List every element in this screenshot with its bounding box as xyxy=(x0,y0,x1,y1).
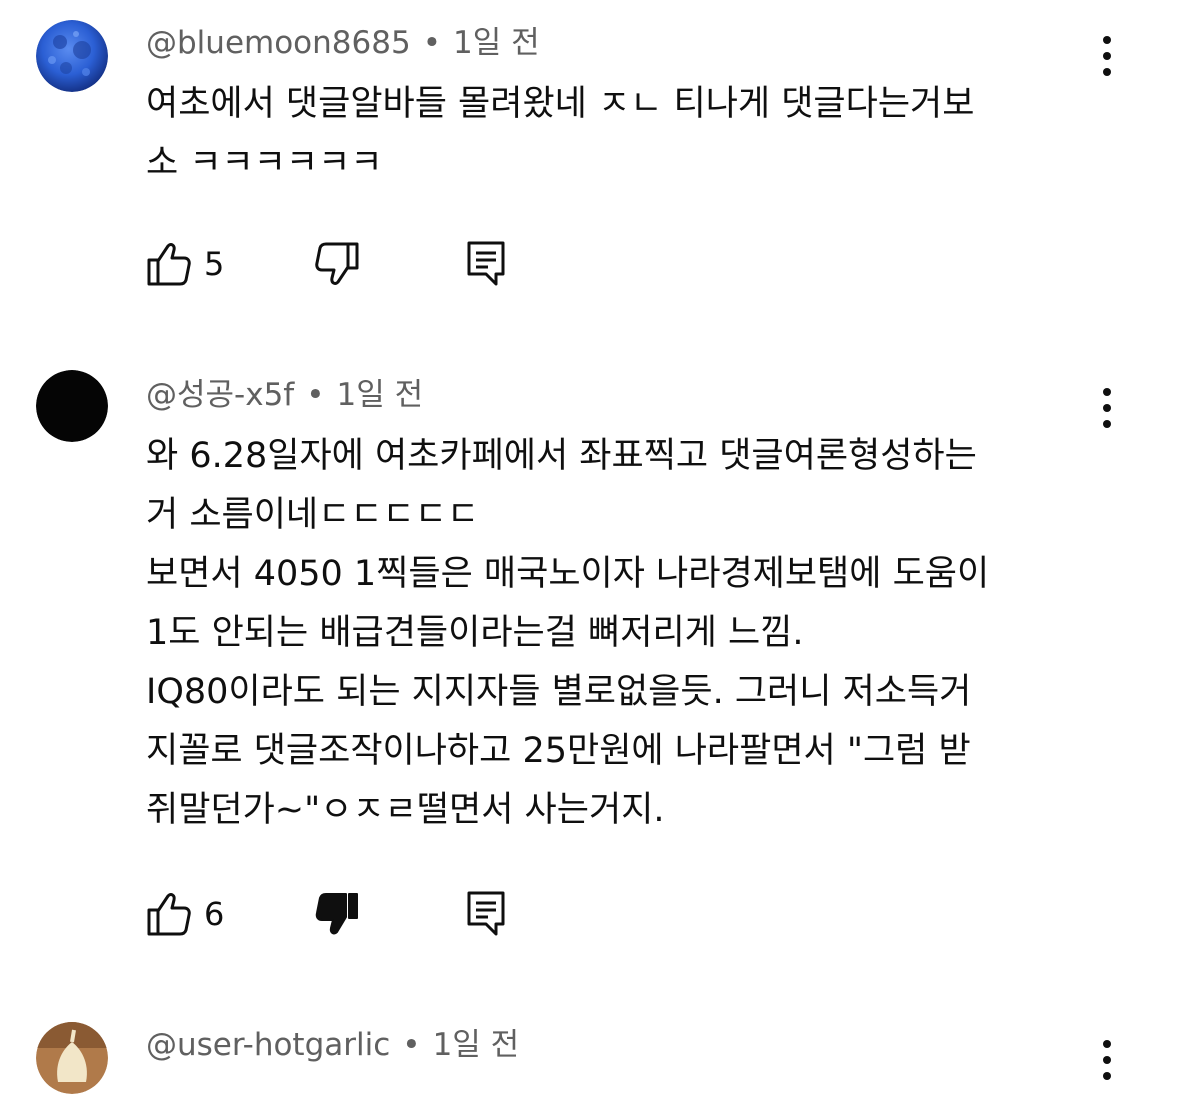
thumbs-up-icon[interactable] xyxy=(146,890,192,938)
comment-line: 쥐말던가~"ㅇㅈㄹ떨면서 사는거지. xyxy=(146,790,665,830)
meta-separator: • xyxy=(422,25,441,61)
comment-actions: 6 xyxy=(146,890,526,938)
meta-separator: • xyxy=(402,1027,421,1063)
reply-icon[interactable] xyxy=(466,890,506,938)
comment-line: 소 ㅋㅋㅋㅋㅋㅋ xyxy=(146,143,383,183)
moon-avatar-image xyxy=(36,20,108,92)
comment-item: @성공-x5f • 1일 전 와 6.28일자에 여초카페에서 좌표찍고 댓글여론형… xyxy=(0,350,1179,990)
thumbs-down-icon[interactable] xyxy=(314,240,360,288)
comment-line: IQ80이라도 되는 지지자들 별로없을듯. 그러니 저소득거 xyxy=(146,672,972,712)
author-handle[interactable]: @user-hotgarlic xyxy=(146,1027,390,1063)
avatar[interactable] xyxy=(36,370,108,442)
meta-separator: • xyxy=(306,377,325,413)
avatar[interactable] xyxy=(36,20,108,92)
thumbs-down-filled-icon[interactable] xyxy=(314,890,360,938)
like-count: 5 xyxy=(204,245,225,283)
more-vert-icon[interactable] xyxy=(1090,1036,1124,1086)
comment-line: 지꼴로 댓글조작이나하고 25만원에 나라팔면서 "그럼 받 xyxy=(146,731,971,771)
comment-timestamp: 1일 전 xyxy=(432,1027,520,1063)
comment-line: 1도 안되는 배급견들이라는걸 뼈저리게 느낌. xyxy=(146,613,804,653)
comment-meta: @성공-x5f • 1일 전 xyxy=(146,376,423,414)
comment-line: 보면서 4050 1찍들은 매국노이자 나라경제보탬에 도움이 xyxy=(146,554,990,594)
comment-timestamp: 1일 전 xyxy=(452,25,540,61)
comment-text: 여초에서 댓글알바들 몰려왔네 ㅈㄴ 티나게 댓글다는거보 소 ㅋㅋㅋㅋㅋㅋ xyxy=(146,75,1096,193)
comment-meta: @user-hotgarlic • 1일 전 xyxy=(146,1026,519,1064)
comment-text: 와 6.28일자에 여초카페에서 좌표찍고 댓글여론형성하는 거 소름이네ㄷㄷㄷ… xyxy=(146,427,1096,840)
thumbs-up-icon[interactable] xyxy=(146,240,192,288)
comment-line: 여초에서 댓글알바들 몰려왔네 ㅈㄴ 티나게 댓글다는거보 xyxy=(146,84,975,124)
comment-actions: 5 xyxy=(146,240,526,288)
author-handle[interactable]: @성공-x5f xyxy=(146,377,294,413)
like-count: 6 xyxy=(204,895,225,933)
avatar[interactable] xyxy=(36,1022,108,1094)
comment-line: 와 6.28일자에 여초카페에서 좌표찍고 댓글여론형성하는 xyxy=(146,436,977,476)
comment-item: @user-hotgarlic • 1일 전 xyxy=(0,1000,1179,1094)
comment-meta: @bluemoon8685 • 1일 전 xyxy=(146,24,540,62)
comment-item: @bluemoon8685 • 1일 전 여초에서 댓글알바들 몰려왔네 ㅈㄴ 티나… xyxy=(0,0,1179,330)
garlic-avatar-image xyxy=(36,1022,108,1094)
author-handle[interactable]: @bluemoon8685 xyxy=(146,25,411,61)
reply-icon[interactable] xyxy=(466,240,506,288)
comment-line: 거 소름이네ㄷㄷㄷㄷㄷ xyxy=(146,495,480,535)
black-avatar-image xyxy=(36,370,108,442)
comment-timestamp: 1일 전 xyxy=(336,377,424,413)
